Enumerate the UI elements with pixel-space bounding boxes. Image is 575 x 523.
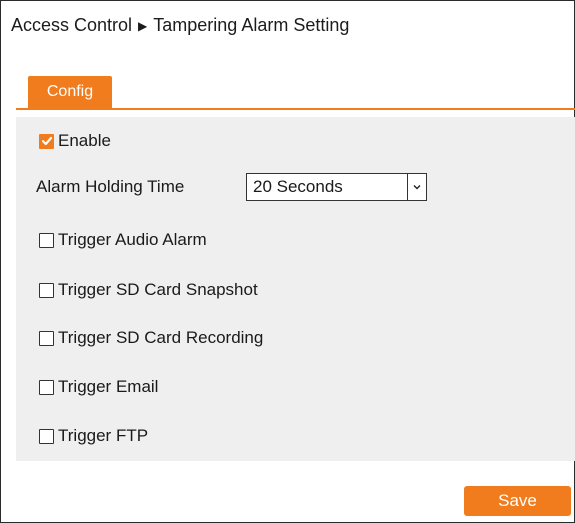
alarm-holding-time-value: 20 Seconds [253,177,343,196]
alarm-holding-time-select[interactable]: 20 Seconds [246,173,427,201]
trigger-email-row: Trigger Email [39,375,158,399]
trigger-sd-snapshot-row: Trigger SD Card Snapshot [39,278,258,302]
check-icon [41,136,52,146]
tab-divider [16,108,575,110]
trigger-sd-recording-label: Trigger SD Card Recording [58,328,264,347]
trigger-email-label: Trigger Email [58,377,159,396]
trigger-audio-alarm-row: Trigger Audio Alarm [39,228,207,252]
trigger-ftp-label: Trigger FTP [58,426,149,445]
trigger-sd-snapshot-checkbox[interactable] [39,282,54,298]
save-button[interactable]: Save [464,486,571,516]
breadcrumb-root[interactable]: Access Control [11,15,132,35]
dropdown-arrow-button[interactable] [407,174,426,200]
page-frame: Access Control ▶ Tampering Alarm Setting C… [0,0,575,523]
trigger-sd-snapshot-label: Trigger SD Card Snapshot [58,280,258,299]
breadcrumb-current: Tampering Alarm Setting [153,15,350,35]
trigger-email-checkbox[interactable] [39,379,54,395]
enable-row: Enable [39,129,111,153]
trigger-audio-alarm-checkbox[interactable] [39,232,54,248]
trigger-sd-recording-row: Trigger SD Card Recording [39,326,263,350]
trigger-ftp-checkbox[interactable] [39,428,54,444]
enable-checkbox[interactable] [39,133,54,149]
enable-label: Enable [58,131,111,150]
trigger-audio-alarm-label: Trigger Audio Alarm [58,230,207,249]
tab-config[interactable]: Config [28,76,112,108]
alarm-holding-time-label: Alarm Holding Time [36,177,185,196]
chevron-down-icon [413,185,421,190]
trigger-ftp-row: Trigger FTP [39,424,148,448]
triangle-right-icon: ▶ [138,19,148,33]
trigger-sd-recording-checkbox[interactable] [39,330,54,346]
breadcrumb: Access Control ▶ Tampering Alarm Setting [11,13,349,39]
